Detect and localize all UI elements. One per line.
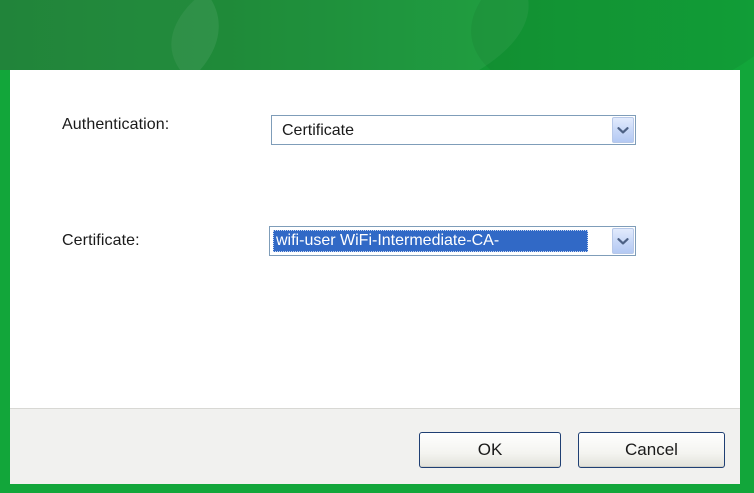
window-border-right xyxy=(740,70,754,493)
chevron-down-icon xyxy=(617,237,629,244)
button-bar: OK Cancel xyxy=(10,408,740,484)
title-bar-decoration xyxy=(459,0,754,70)
ok-button[interactable]: OK xyxy=(419,432,561,468)
chevron-down-icon xyxy=(617,126,629,133)
certificate-selection-highlight: wifi-user WiFi-Intermediate-CA- xyxy=(273,230,588,252)
authentication-label: Authentication: xyxy=(62,116,170,133)
dialog-content: Authentication: Certificate Certificate:… xyxy=(10,70,740,408)
authentication-select[interactable]: Certificate xyxy=(271,115,636,145)
certificate-selected-value: wifi-user WiFi-Intermediate-CA- xyxy=(276,232,500,249)
certificate-authentication-dialog: Authentication: Certificate Certificate:… xyxy=(0,0,754,493)
certificate-select[interactable]: wifi-user WiFi-Intermediate-CA- xyxy=(269,226,636,256)
certificate-label: Certificate: xyxy=(62,232,140,249)
window-border-left xyxy=(0,70,10,493)
authentication-selected-value: Certificate xyxy=(282,122,355,139)
title-bar xyxy=(0,0,754,70)
authentication-dropdown-button[interactable] xyxy=(612,117,634,143)
certificate-dropdown-button[interactable] xyxy=(612,228,634,254)
cancel-button[interactable]: Cancel xyxy=(578,432,725,468)
window-border-bottom xyxy=(0,484,754,493)
